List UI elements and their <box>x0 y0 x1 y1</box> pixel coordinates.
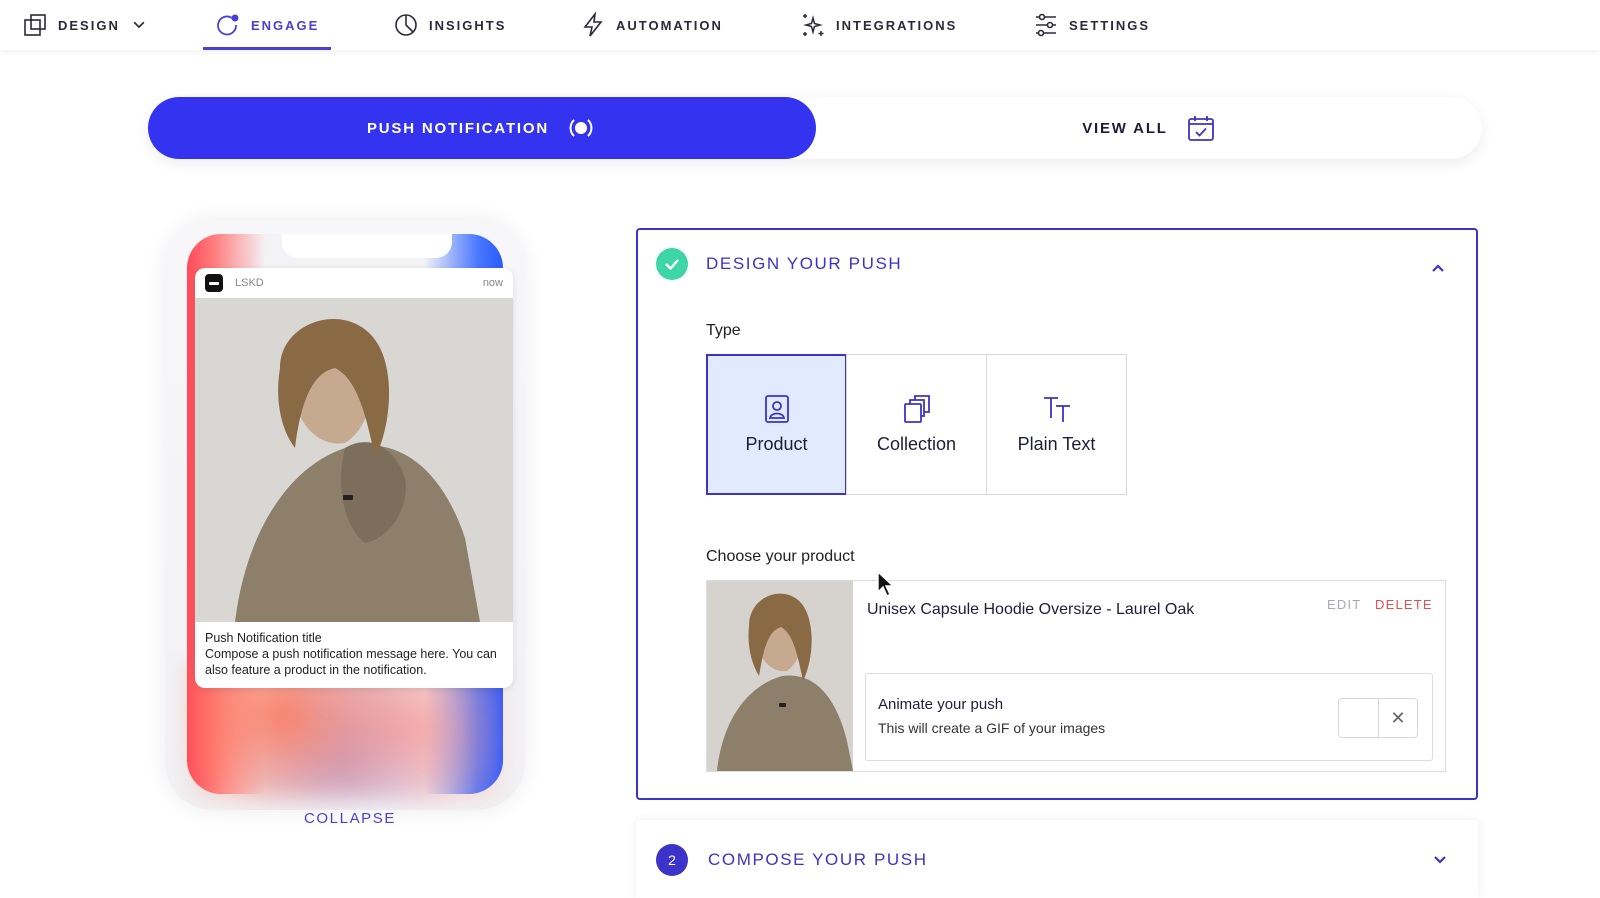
type-plain-text-label: Plain Text <box>1017 434 1096 454</box>
collection-icon <box>903 395 930 423</box>
nav-insights-label: INSIGHTS <box>429 17 507 33</box>
nav-integrations-label: INTEGRATIONS <box>836 17 958 33</box>
product-name: Unisex Capsule Hoodie Oversize - Laurel … <box>867 601 1195 618</box>
app-name: LSKD <box>235 277 264 289</box>
nav-design-label: DESIGN <box>58 17 120 33</box>
design-icon <box>24 14 46 36</box>
compose-your-push-panel[interactable]: 2 COMPOSE YOUR PUSH <box>636 820 1478 898</box>
animate-push-title: Animate your push <box>878 696 1004 713</box>
notification-preview: LSKD now Push Notification title Compose… <box>195 268 513 688</box>
phone-notch <box>282 234 452 258</box>
nav-insights[interactable]: INSIGHTS <box>393 0 506 50</box>
phone-frame: LSKD now Push Notification title Compose… <box>165 220 525 810</box>
notification-image <box>195 298 513 622</box>
insights-icon <box>395 14 417 36</box>
nav-engage-label: ENGAGE <box>251 17 320 33</box>
broadcast-icon <box>569 119 593 137</box>
nav-integrations[interactable]: INTEGRATIONS <box>800 0 957 50</box>
type-product-option[interactable]: Product <box>706 354 847 495</box>
product-icon <box>764 395 789 423</box>
top-navigation: DESIGN ENGAGE INSIGHTS AUTOMATION INTEGR… <box>0 0 1600 50</box>
toggle-knob <box>1339 699 1379 737</box>
app-icon <box>205 274 223 292</box>
product-thumbnail <box>707 581 853 771</box>
notification-time: now <box>482 277 503 289</box>
notification-text: Push Notification title Compose a push n… <box>195 622 513 686</box>
nav-settings[interactable]: SETTINGS <box>1033 0 1150 50</box>
check-icon <box>656 248 688 280</box>
type-collection-label: Collection <box>876 434 957 454</box>
chevron-up-icon[interactable] <box>1430 260 1446 276</box>
view-all-tab[interactable]: VIEW ALL <box>816 97 1482 159</box>
mouse-cursor-icon <box>877 570 895 597</box>
collapse-button[interactable]: COLLAPSE <box>165 810 535 827</box>
design-panel-header[interactable]: DESIGN YOUR PUSH <box>656 248 902 280</box>
phone-preview: LSKD now Push Notification title Compose… <box>165 220 525 827</box>
push-notification-label: PUSH NOTIFICATION <box>367 119 549 137</box>
close-icon: ✕ <box>1390 707 1406 728</box>
design-your-push-panel: DESIGN YOUR PUSH Type Product Collection… <box>636 228 1478 800</box>
sparkles-icon <box>803 14 824 36</box>
type-plain-text-option[interactable]: Plain Text <box>986 354 1127 495</box>
type-label: Type <box>706 322 741 339</box>
chevron-down-icon[interactable] <box>1432 852 1448 868</box>
compose-panel-title: COMPOSE YOUR PUSH <box>708 850 928 869</box>
view-all-label: VIEW ALL <box>1082 119 1168 137</box>
choose-product-label: Choose your product <box>706 548 855 565</box>
type-collection-option[interactable]: Collection <box>846 354 987 495</box>
nav-automation[interactable]: AUTOMATION <box>580 0 723 50</box>
animate-push-toggle[interactable]: ✕ <box>1338 698 1418 738</box>
mode-toggle: PUSH NOTIFICATION VIEW ALL <box>148 97 1482 159</box>
notification-title: Push Notification title <box>205 631 322 645</box>
text-icon <box>1043 397 1070 422</box>
delete-product-button[interactable]: DELETE <box>1375 597 1433 612</box>
step-number-badge: 2 <box>656 844 688 876</box>
nav-engage[interactable]: ENGAGE <box>202 0 332 50</box>
sliders-icon <box>1036 13 1056 37</box>
animate-push-option: Animate your push This will create a GIF… <box>865 673 1433 761</box>
edit-product-button[interactable]: EDIT <box>1327 597 1361 612</box>
design-panel-title: DESIGN YOUR PUSH <box>706 254 903 273</box>
type-selector: Product Collection Plain Text <box>706 354 1127 495</box>
notification-header: LSKD now <box>195 268 513 298</box>
animate-push-description: This will create a GIF of your images <box>878 720 1106 736</box>
lightning-icon <box>583 12 603 37</box>
selected-product-card: Unisex Capsule Hoodie Oversize - Laurel … <box>706 580 1446 772</box>
nav-settings-label: SETTINGS <box>1069 17 1151 33</box>
engage-icon <box>217 14 239 36</box>
notification-message: Compose a push notification message here… <box>205 647 497 677</box>
nav-automation-label: AUTOMATION <box>616 17 723 33</box>
type-product-label: Product <box>745 434 808 454</box>
push-notification-tab[interactable]: PUSH NOTIFICATION <box>148 97 816 159</box>
nav-design[interactable]: DESIGN <box>22 0 148 50</box>
chevron-down-icon <box>133 21 145 29</box>
calendar-check-icon <box>1187 116 1214 141</box>
